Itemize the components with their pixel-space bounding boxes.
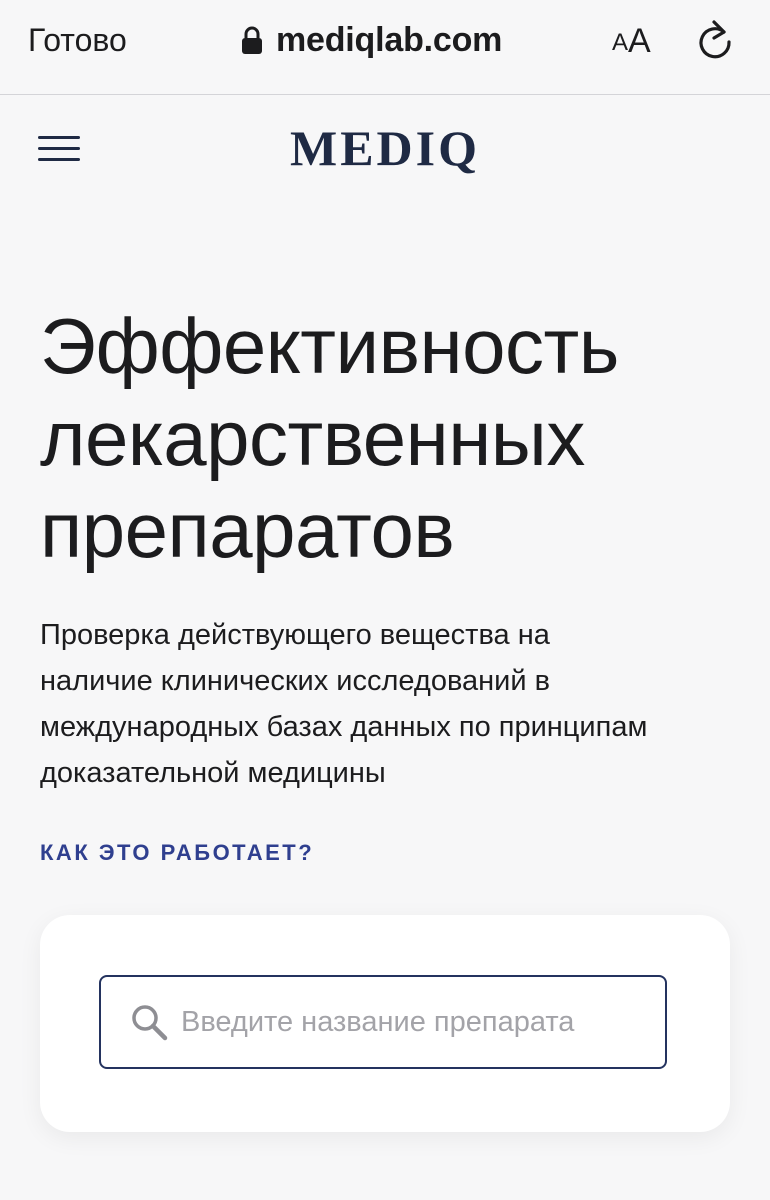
- lock-icon: [242, 26, 262, 54]
- url-text: mediqlab.com: [276, 20, 503, 59]
- reload-icon[interactable]: [694, 18, 736, 64]
- search-field[interactable]: [99, 975, 667, 1069]
- description-line: наличие клинических исследований в: [40, 665, 551, 697]
- address-bar[interactable]: mediqlab.com: [240, 18, 502, 62]
- browser-toolbar: Готово mediqlab.com A A: [0, 0, 770, 95]
- page-title-line: Эффективность: [40, 302, 619, 390]
- page-title: Эффективность лекарственных препаратов: [40, 300, 740, 576]
- text-size-small-label: A: [612, 29, 629, 56]
- site-logo[interactable]: MEDIQ: [0, 118, 770, 178]
- description-line: доказательной медицины: [40, 757, 386, 789]
- search-icon: [132, 1005, 168, 1041]
- done-button[interactable]: Готово: [28, 20, 127, 60]
- description-line: Проверка действующего вещества на: [40, 619, 550, 651]
- text-size-large-label: A: [628, 22, 651, 60]
- text-size-button[interactable]: A A: [612, 20, 651, 60]
- page-title-line: лекарственных: [40, 394, 585, 482]
- how-it-works-link[interactable]: КАК ЭТО РАБОТАЕТ?: [40, 838, 314, 868]
- page-title-line: препаратов: [40, 486, 455, 574]
- page-description: Проверка действующего вещества на наличи…: [40, 612, 740, 796]
- search-input[interactable]: [181, 1005, 651, 1039]
- description-line: международных базах данных по принципам: [40, 711, 648, 743]
- search-card: [40, 915, 730, 1132]
